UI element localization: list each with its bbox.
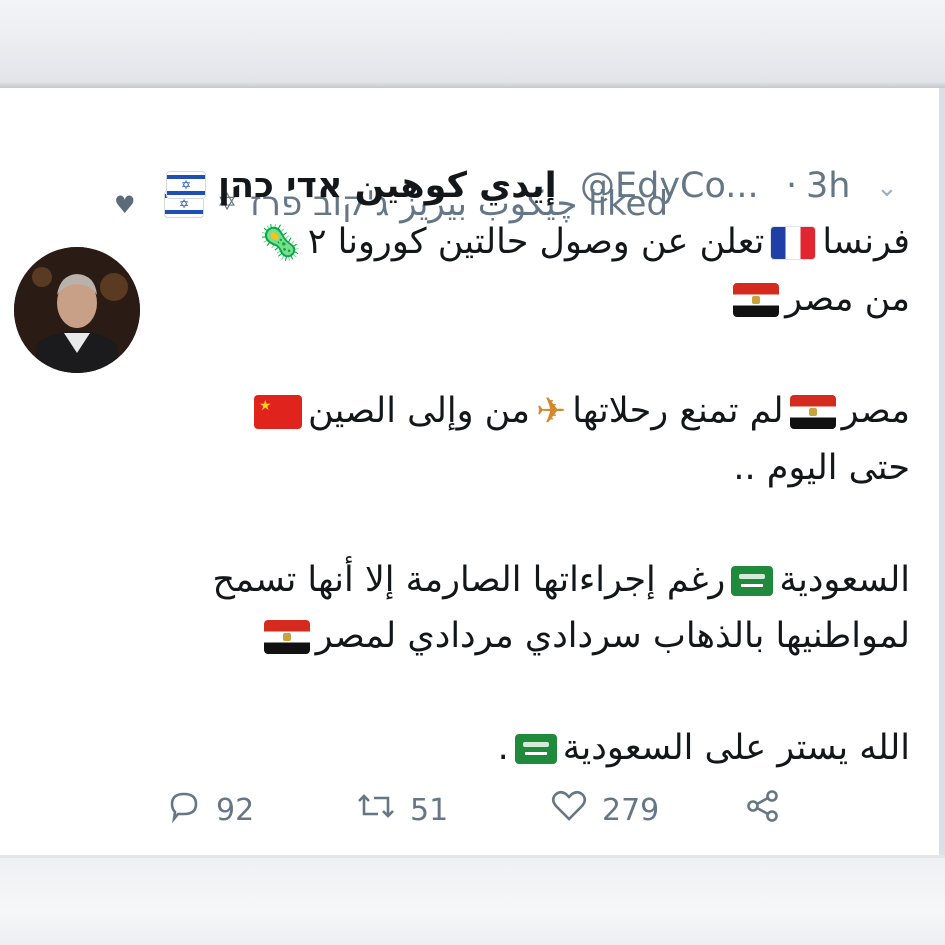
saudi-flag-icon <box>731 566 774 596</box>
text-line-5: السعودية رغم إجراءاتها الصارمة إلا أنها ت… <box>212 560 910 600</box>
egypt-flag-icon <box>263 620 310 654</box>
display-name[interactable]: إيدي كوهين אדי כהן <box>218 164 557 208</box>
like-button[interactable]: 279 <box>550 786 659 836</box>
reply-count: 92 <box>216 793 255 828</box>
reply-icon <box>166 788 202 835</box>
text-line-3: مصر لم تمنع رحلاتها✈من وإلى الصين ★ <box>160 383 910 440</box>
retweet-count: 51 <box>410 793 449 828</box>
share-icon <box>744 788 782 835</box>
separator-dot: · <box>786 166 798 206</box>
tweet-header: ✡ إيدي كوهين אדי כהן @EdyCo... · 3h ⌄ <box>166 162 916 210</box>
china-flag-icon: ★ <box>254 395 302 429</box>
tweet-actions: 92 51 279 <box>166 786 806 836</box>
text-line-1: فرنساتعلن عن وصول حالتين كورونا ٢🦠 <box>160 214 910 271</box>
blurred-top-edge <box>0 0 945 88</box>
airplane-icon: ✈ <box>536 391 567 432</box>
heart-icon <box>550 788 588 835</box>
israel-flag-icon: ✡ <box>166 171 206 199</box>
microbe-icon: 🦠 <box>259 223 302 263</box>
blurred-bottom-edge <box>0 858 945 945</box>
france-flag-icon <box>770 226 817 260</box>
right-edge-shadow <box>939 88 945 858</box>
text-line-6: لمواطنيها بالذهاب سردادي مردادي لمصر <box>160 608 910 664</box>
reply-button[interactable]: 92 <box>166 786 254 836</box>
chevron-down-icon[interactable]: ⌄ <box>876 168 898 208</box>
avatar[interactable] <box>14 247 140 373</box>
egypt-flag-icon <box>789 395 836 429</box>
retweet-icon <box>356 788 396 835</box>
tweet-text: فرنساتعلن عن وصول حالتين كورونا ٢🦠 من مص… <box>160 214 910 776</box>
retweet-button[interactable]: 51 <box>356 786 448 836</box>
heart-filled-icon: ♥ <box>114 191 136 219</box>
text-line-2: من مصر <box>160 271 910 327</box>
text-line-7: الله يستر على السعودية. <box>497 728 910 768</box>
egypt-flag-icon <box>733 283 780 317</box>
timestamp[interactable]: 3h <box>806 164 850 208</box>
share-button[interactable] <box>744 786 782 836</box>
tweet-card[interactable]: ♥ ✡ ✡ چيکوب بيريز ג'קוב פרז liked ✡ إيدي… <box>0 88 945 858</box>
saudi-flag-icon <box>514 734 557 764</box>
like-count: 279 <box>602 793 660 828</box>
text-line-4: حتى اليوم .. <box>733 448 910 488</box>
user-handle[interactable]: @EdyCo... <box>580 164 759 208</box>
